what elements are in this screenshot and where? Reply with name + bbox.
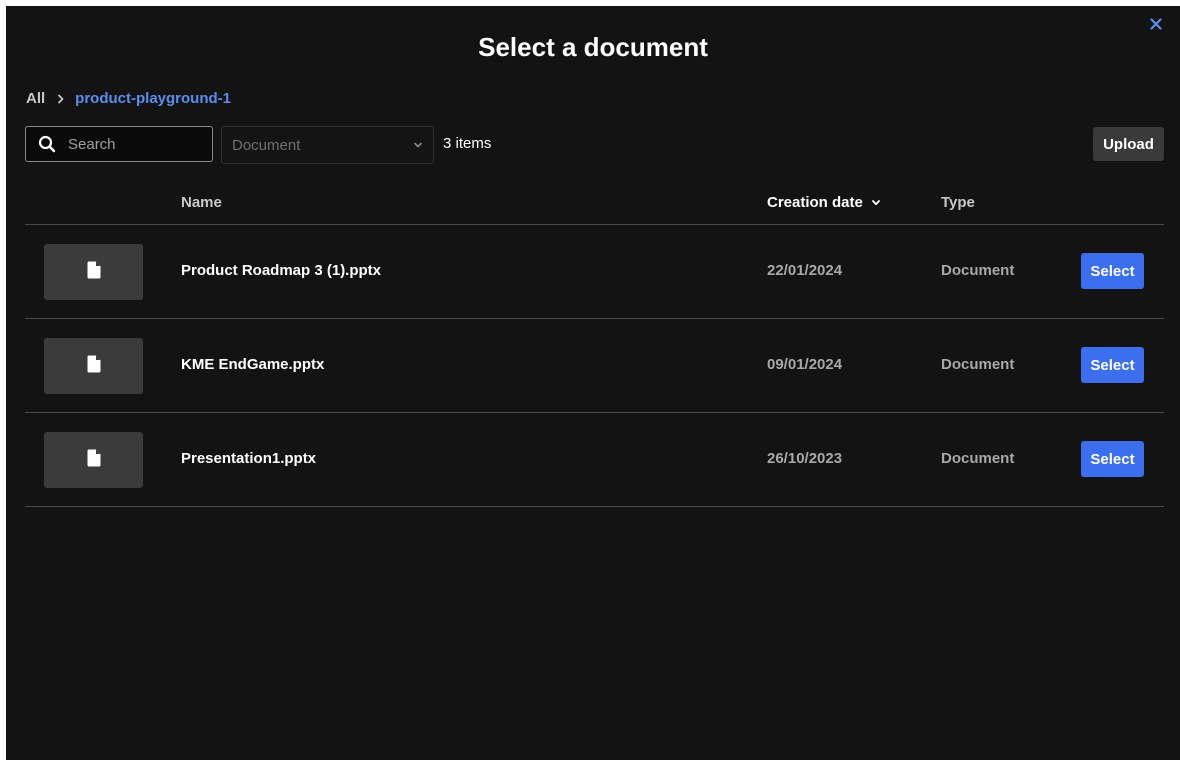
select-button[interactable]: Select bbox=[1081, 441, 1144, 477]
breadcrumb-root-link[interactable]: All bbox=[26, 90, 45, 107]
type-filter-value: Document bbox=[232, 136, 301, 154]
column-header-creation-date[interactable]: Creation date bbox=[767, 194, 881, 211]
document-icon bbox=[87, 449, 101, 472]
document-name: Product Roadmap 3 (1).pptx bbox=[181, 262, 382, 279]
sort-chevron-down-icon bbox=[871, 199, 881, 207]
table-header: Name Creation date Type bbox=[25, 184, 1164, 225]
document-type: Document bbox=[941, 450, 1015, 467]
column-header-name: Name bbox=[181, 194, 222, 211]
chevron-down-icon bbox=[413, 141, 423, 149]
column-header-creation-date-label: Creation date bbox=[767, 194, 863, 211]
chevron-right-icon bbox=[57, 94, 65, 104]
upload-button[interactable]: Upload bbox=[1093, 127, 1164, 161]
document-type: Document bbox=[941, 262, 1015, 279]
search-box[interactable] bbox=[25, 126, 213, 162]
documents-table: Name Creation date Type Product Roadmap … bbox=[25, 184, 1164, 507]
document-creation-date: 09/01/2024 bbox=[767, 356, 843, 373]
table-row: KME EndGame.pptx 09/01/2024 Document Sel… bbox=[25, 319, 1164, 413]
item-count: 3 items bbox=[443, 135, 492, 152]
document-icon bbox=[87, 261, 101, 284]
document-name: KME EndGame.pptx bbox=[181, 356, 325, 373]
document-name: Presentation1.pptx bbox=[181, 450, 317, 467]
dialog-title: Select a document bbox=[478, 32, 708, 62]
document-thumbnail bbox=[44, 432, 143, 488]
document-creation-date: 22/01/2024 bbox=[767, 262, 843, 279]
document-icon bbox=[87, 355, 101, 378]
document-creation-date: 26/10/2023 bbox=[767, 450, 843, 467]
toolbar: Document 3 items Upload bbox=[25, 126, 1164, 164]
select-button[interactable]: Select bbox=[1081, 253, 1144, 289]
document-type: Document bbox=[941, 356, 1015, 373]
column-header-type: Type bbox=[941, 194, 975, 211]
document-thumbnail bbox=[44, 338, 143, 394]
breadcrumb-current-folder[interactable]: product-playground-1 bbox=[75, 90, 231, 107]
table-row: Presentation1.pptx 26/10/2023 Document S… bbox=[25, 413, 1164, 507]
breadcrumb: All product-playground-1 bbox=[26, 90, 231, 107]
document-thumbnail bbox=[44, 244, 143, 300]
select-button[interactable]: Select bbox=[1081, 347, 1144, 383]
search-input[interactable] bbox=[66, 134, 200, 154]
type-filter-dropdown[interactable]: Document bbox=[221, 126, 434, 164]
select-document-dialog: Select a document All product-playground… bbox=[6, 6, 1180, 760]
table-row: Product Roadmap 3 (1).pptx 22/01/2024 Do… bbox=[25, 225, 1164, 319]
search-icon bbox=[38, 135, 56, 153]
